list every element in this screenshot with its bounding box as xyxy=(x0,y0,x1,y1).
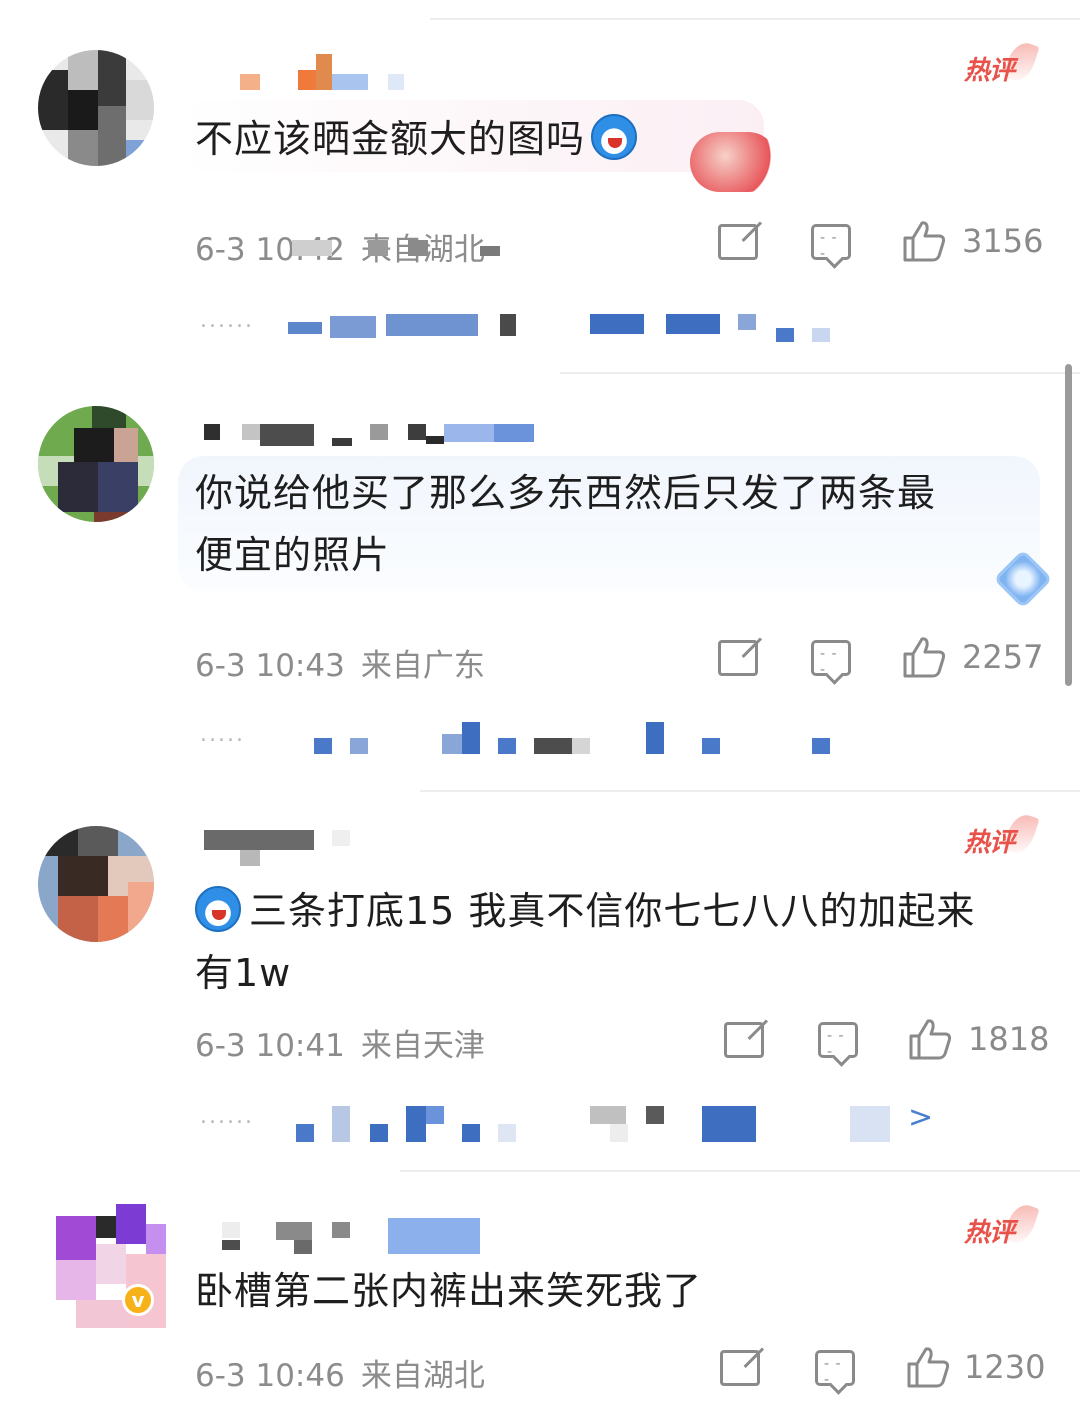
comment-text: 你说给他买了那么多东西然后只发了两条最 便宜的照片 xyxy=(195,471,937,577)
comment-text: 不应该晒金额大的图吗 xyxy=(195,108,638,170)
share-icon[interactable] xyxy=(718,224,758,260)
comment-icon[interactable] xyxy=(811,640,851,678)
comment-item[interactable]: v 热评 卧槽第二张内裤出来笑死我了 6-3 10:46 来自湖北 1230 xyxy=(0,1170,1080,1422)
hot-badge-icon: 热评 xyxy=(956,810,1040,860)
comment-meta: 6-3 10:41 来自天津 xyxy=(195,1020,485,1065)
username-redacted[interactable] xyxy=(204,424,544,446)
like-icon[interactable] xyxy=(906,1346,950,1388)
comment-icon[interactable] xyxy=(818,1022,858,1060)
comment-item[interactable]: 热评 不应该晒金额大的图吗 6-3 10:42来自湖北 3156 ...... xyxy=(0,0,1080,370)
comment-time: 6-3 10:41 xyxy=(195,1028,345,1064)
share-icon[interactable] xyxy=(720,1350,760,1386)
reply-preview[interactable]: ...... xyxy=(200,1104,940,1144)
emoji-icon xyxy=(195,886,241,932)
comment-meta: 6-3 10:43 来自广东 xyxy=(195,640,485,685)
ellipsis-icon: ...... xyxy=(200,1104,254,1129)
reply-more-arrow-icon[interactable]: > xyxy=(908,1100,933,1135)
comment-text: 卧槽第二张内裤出来笑死我了 xyxy=(195,1269,703,1313)
emoji-icon xyxy=(591,114,638,160)
comment-meta: 6-3 10:46 来自湖北 xyxy=(195,1350,485,1395)
username-redacted[interactable] xyxy=(222,1216,482,1254)
like-count: 2257 xyxy=(962,638,1044,676)
avatar[interactable] xyxy=(38,406,154,522)
verified-v-icon: v xyxy=(122,1284,154,1316)
username-redacted[interactable] xyxy=(204,830,354,866)
avatar[interactable] xyxy=(38,826,154,942)
like-count: 3156 xyxy=(962,222,1044,260)
comment-time: 6-3 10:43 xyxy=(195,648,345,684)
like-icon[interactable] xyxy=(902,220,946,262)
avatar[interactable] xyxy=(38,50,154,166)
like-icon[interactable] xyxy=(902,636,946,678)
meta-redaction xyxy=(292,236,502,258)
username-redacted[interactable] xyxy=(240,54,420,90)
share-icon[interactable] xyxy=(724,1022,764,1058)
comment-icon[interactable] xyxy=(815,1350,855,1388)
like-count: 1230 xyxy=(964,1348,1046,1386)
sticker-decoration xyxy=(690,132,778,192)
comment-item[interactable]: 热评 三条打底15 我真不信你七七八八的加起来 有1w 6-3 10:41 来自天… xyxy=(0,790,1080,1172)
comment-location: 来自湖北 xyxy=(360,1358,485,1394)
like-icon[interactable] xyxy=(908,1018,952,1060)
hot-badge-icon: 热评 xyxy=(956,1200,1040,1250)
share-icon[interactable] xyxy=(718,640,758,676)
ellipsis-icon: ..... xyxy=(200,722,245,747)
ellipsis-icon: ...... xyxy=(200,308,254,333)
comment-location: 来自天津 xyxy=(360,1028,485,1064)
scrollbar[interactable] xyxy=(1065,364,1072,686)
comment-location: 来自广东 xyxy=(360,648,485,684)
comment-item[interactable]: 你说给他买了那么多东西然后只发了两条最 便宜的照片 6-3 10:43 来自广东 … xyxy=(0,372,1080,792)
comment-time: 6-3 10:46 xyxy=(195,1358,345,1394)
comment-text: 三条打底15 我真不信你七七八八的加起来 有1w xyxy=(195,880,975,1004)
like-count: 1818 xyxy=(968,1020,1050,1058)
reply-preview[interactable]: ..... xyxy=(200,722,840,762)
comment-icon[interactable] xyxy=(811,224,851,262)
reply-preview[interactable]: ...... xyxy=(200,308,840,348)
hot-badge-icon: 热评 xyxy=(956,38,1040,88)
